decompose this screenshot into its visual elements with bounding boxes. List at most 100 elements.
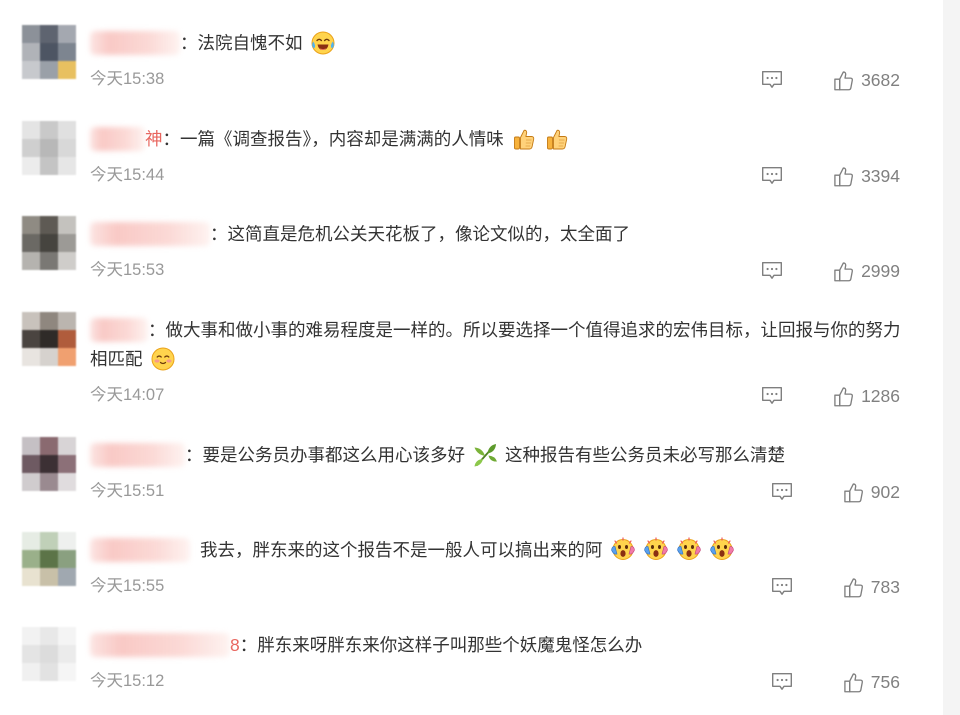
username-link[interactable] (90, 538, 200, 562)
like-count: 3682 (861, 69, 900, 90)
like-icon[interactable] (833, 261, 854, 282)
avatar-pixel (58, 645, 76, 663)
like-icon[interactable] (843, 672, 864, 693)
avatar-pixel (58, 312, 76, 330)
avatar-pixel (40, 645, 58, 663)
avatar-pixel (22, 139, 40, 157)
comment-actions: 3394 (761, 166, 900, 187)
username-visible-part: 8 (230, 635, 240, 655)
avatar-pixel (40, 157, 58, 175)
scream-face-emoji-icon (709, 537, 735, 563)
comment-text-line: 我去，胖东来的这个报告不是一般人可以搞出来的阿 (90, 536, 902, 565)
bamboo-emoji-icon (472, 442, 498, 468)
username-blurred (90, 538, 190, 562)
avatar-pixel (58, 216, 76, 234)
comment-meta: 今天15:12 756 (90, 667, 900, 693)
username-link[interactable] (90, 318, 148, 342)
avatar-pixel (22, 455, 40, 473)
avatar-pixel (22, 473, 40, 491)
comment-time: 今天15:53 (90, 261, 165, 279)
avatar-pixel (58, 139, 76, 157)
avatar[interactable] (22, 627, 76, 681)
like-count: 2999 (861, 260, 900, 281)
avatar-pixel (58, 568, 76, 586)
comment-time: 今天15:51 (90, 482, 165, 500)
comment-icon[interactable] (771, 482, 793, 502)
comment-meta: 今天15:51 902 (90, 477, 900, 503)
avatar-pixel (58, 252, 76, 270)
avatar-pixel (58, 627, 76, 645)
avatar-pixel (58, 157, 76, 175)
comment-time: 今天15:38 (90, 70, 165, 88)
comment-icon[interactable] (761, 386, 783, 406)
like-count: 1286 (861, 385, 900, 406)
like-icon[interactable] (833, 70, 854, 91)
avatar-pixel (40, 455, 58, 473)
avatar-pixel (22, 437, 40, 455)
like-count: 902 (870, 481, 900, 502)
avatar[interactable] (22, 25, 76, 79)
avatar-pixel (22, 121, 40, 139)
username-link[interactable] (90, 222, 210, 246)
comment-icon[interactable] (771, 672, 793, 692)
comment-text-line: 8：胖东来呀胖东来你这样子叫那些个妖魔鬼怪怎么办 (90, 631, 902, 660)
comment-text: ：做大事和做小事的难易程度是一样的。所以要选择一个值得追求的宏伟目标，让回报与你… (90, 320, 901, 369)
username-blurred (90, 633, 230, 657)
comment-icon[interactable] (761, 70, 783, 90)
avatar[interactable] (22, 437, 76, 491)
username-link[interactable]: 神 (90, 127, 163, 151)
avatar[interactable] (22, 121, 76, 175)
avatar-pixel (40, 252, 58, 270)
comment-actions: 902 (771, 482, 900, 503)
avatar-pixel (40, 627, 58, 645)
avatar-pixel (58, 663, 76, 681)
username-blurred (90, 222, 210, 246)
like-icon[interactable] (833, 166, 854, 187)
comment-body: 8：胖东来呀胖东来你这样子叫那些个妖魔鬼怪怎么办 今天15:12 756 (90, 631, 902, 693)
scream-face-emoji-icon (610, 537, 636, 563)
comment-time: 今天14:07 (90, 386, 165, 404)
avatar-pixel (22, 234, 40, 252)
avatar-pixel (58, 61, 76, 79)
avatar[interactable] (22, 216, 76, 270)
avatar-pixel (40, 663, 58, 681)
comment-icon[interactable] (771, 577, 793, 597)
like-icon[interactable] (843, 482, 864, 503)
like-icon[interactable] (833, 386, 854, 407)
username-link[interactable] (90, 31, 180, 55)
scream-face-emoji-icon (643, 537, 669, 563)
like-count: 756 (870, 671, 900, 692)
thumbs-up-emoji-icon (511, 126, 537, 152)
avatar-pixel (58, 437, 76, 455)
scream-face-emoji-icon (676, 537, 702, 563)
username-link[interactable] (90, 443, 185, 467)
avatar-pixel (58, 550, 76, 568)
username-link[interactable]: 8 (90, 633, 240, 657)
comment-meta: 今天15:38 3682 (90, 65, 900, 91)
comment-text: ：这简直是危机公关天花板了，像论文似的，太全面了 (210, 224, 630, 244)
comment-text-line: ：法院自愧不如 (90, 29, 902, 58)
avatar-pixel (58, 455, 76, 473)
comment-body: ：要是公务员办事都这么用心该多好 这种报告有些公务员未必写那么清楚 今天15:51… (90, 441, 902, 503)
scrollbar[interactable] (943, 0, 960, 715)
avatar-pixel (58, 330, 76, 348)
comment-actions: 783 (771, 577, 900, 598)
like-count: 783 (870, 576, 900, 597)
comment-icon[interactable] (761, 166, 783, 186)
avatar[interactable] (22, 312, 76, 366)
avatar[interactable] (22, 532, 76, 586)
comment-time: 今天15:44 (90, 166, 165, 184)
shy-face-emoji-icon (150, 346, 176, 372)
comment-meta: 今天15:55 783 (90, 572, 900, 598)
avatar-pixel (40, 25, 58, 43)
comment-actions: 2999 (761, 261, 900, 282)
like-icon[interactable] (843, 577, 864, 598)
comment-text: ：一篇《调查报告》，内容却是满满的人情味 (162, 129, 504, 149)
avatar-pixel (22, 157, 40, 175)
avatar-pixel (22, 43, 40, 61)
comment-text: ：胖东来呀胖东来你这样子叫那些个妖魔鬼怪怎么办 (239, 635, 643, 655)
avatar-pixel (22, 330, 40, 348)
comment-body: ：法院自愧不如 今天15:38 3682 (90, 29, 902, 91)
avatar-pixel (22, 663, 40, 681)
comment-icon[interactable] (761, 261, 783, 281)
